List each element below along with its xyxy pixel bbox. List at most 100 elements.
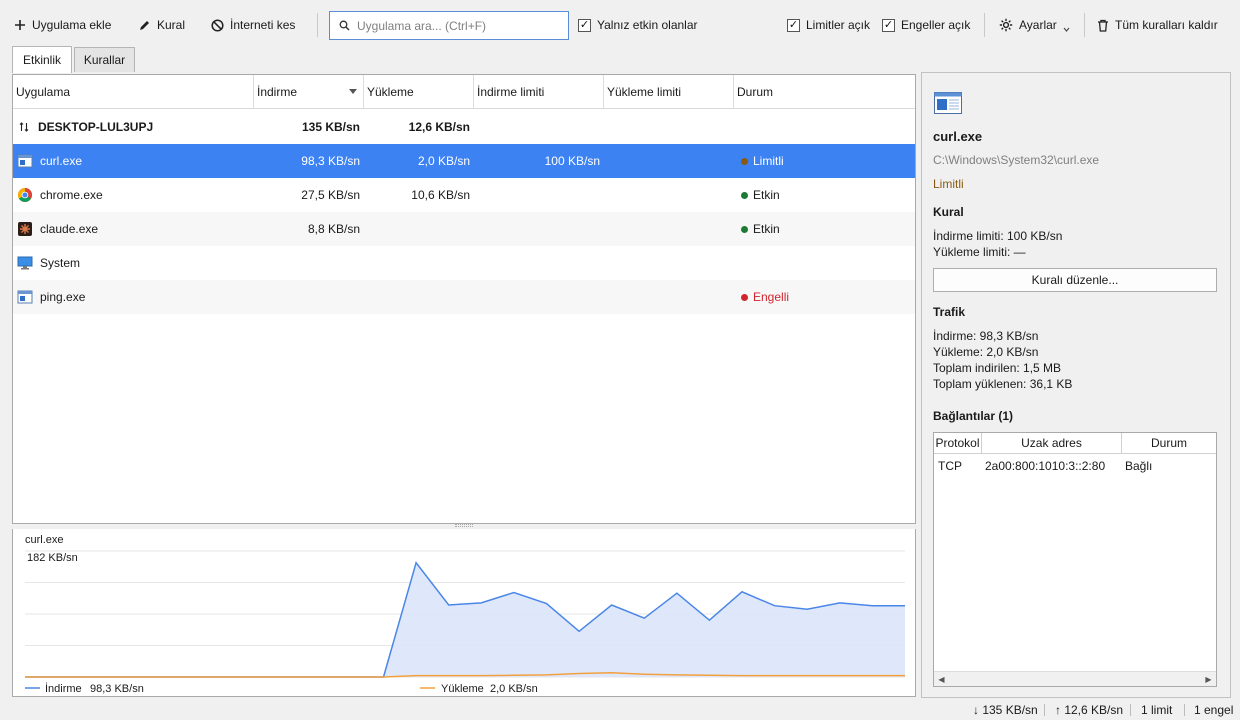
- row-download: 98,3 KB/sn: [301, 154, 360, 168]
- row-app-name: ping.exe: [40, 290, 86, 304]
- blocks-on-label: Engeller açık: [901, 18, 971, 32]
- column-label: Uygulama: [16, 85, 71, 99]
- chevron-down-icon: [1063, 27, 1070, 32]
- row-status-label: Engelli: [753, 290, 790, 304]
- search-input[interactable]: [357, 18, 557, 33]
- column-label: Durum: [1150, 436, 1187, 450]
- table-row[interactable]: curl.exe 98,3 KB/sn 2,0 KB/sn 100 KB/sn …: [13, 144, 915, 178]
- limits-on-checkbox[interactable]: ✓ Limitler açık: [787, 14, 870, 36]
- column-header-status[interactable]: Durum: [734, 75, 915, 109]
- cut-internet-button[interactable]: İnterneti kes: [211, 14, 295, 36]
- status-total-upload: ↑ 12,6 KB/sn: [1055, 703, 1124, 717]
- pencil-icon: [140, 20, 149, 30]
- connection-row[interactable]: TCP 2a00:800:1010:3::2:80 Bağlı: [934, 457, 1216, 475]
- settings-button[interactable]: Ayarlar: [999, 14, 1070, 36]
- search-box[interactable]: [329, 11, 569, 40]
- column-header-download[interactable]: İndirme: [254, 75, 364, 109]
- blocks-on-checkbox[interactable]: ✓ Engeller açık: [882, 14, 970, 36]
- status-dot-icon: [741, 191, 748, 199]
- row-upload: 2,0 KB/sn: [417, 154, 470, 168]
- legend-download-name: İndirme: [45, 682, 82, 695]
- column-label: Uzak adres: [1021, 436, 1082, 450]
- status-block-count: 1 engel: [1194, 703, 1234, 717]
- scroll-left-icon[interactable]: ◀: [934, 672, 949, 686]
- table-row[interactable]: ping.exe Engelli: [13, 280, 915, 314]
- column-header-upload[interactable]: Yükleme: [364, 75, 474, 109]
- status-divider: [1184, 704, 1185, 716]
- remove-all-rules-label: Tüm kuralları kaldır: [1115, 18, 1218, 32]
- connections-table: Protokol Uzak adres Durum TCP 2a00:800:1…: [933, 432, 1217, 687]
- status-dot-icon: [741, 293, 748, 301]
- scroll-right-icon[interactable]: ▶: [1201, 672, 1216, 686]
- chrome-icon: [18, 188, 32, 202]
- column-label: Protokol: [935, 436, 980, 450]
- check-icon: ✓: [787, 18, 800, 32]
- cut-internet-label: İnterneti kes: [230, 18, 296, 32]
- row-status: Etkin: [741, 212, 780, 246]
- row-status-label: Limitli: [753, 154, 784, 168]
- table-row[interactable]: chrome.exe 27,5 KB/sn 10,6 KB/sn Etkin: [13, 178, 915, 212]
- claude-icon: [18, 222, 32, 236]
- detail-upload-limit: Yükleme limiti: —: [933, 245, 1026, 259]
- console-app-icon: [17, 290, 33, 304]
- chart-ymax-label: 182 KB/sn: [27, 552, 78, 564]
- app-table: Uygulama İndirme Yükleme İndirme limiti …: [12, 74, 916, 524]
- status-dot-icon: [741, 225, 748, 233]
- console-app-icon: [934, 92, 962, 114]
- column-header-upload-limit[interactable]: Yükleme limiti: [604, 75, 734, 109]
- splitter-handle[interactable]: [455, 524, 473, 527]
- traffic-total-download: Toplam indirilen: 1,5 MB: [933, 361, 1062, 375]
- only-active-label: Yalnız etkin olanlar: [597, 18, 698, 32]
- toolbar-divider: [984, 13, 985, 37]
- row-download-limit: 100 KB/sn: [544, 154, 600, 168]
- table-row-total[interactable]: DESKTOP-LUL3UPJ 135 KB/sn 12,6 KB/sn: [13, 110, 915, 144]
- table-header: Uygulama İndirme Yükleme İndirme limiti …: [13, 75, 915, 109]
- add-app-button[interactable]: Uygulama ekle: [14, 14, 111, 36]
- row-app-name: System: [40, 256, 81, 270]
- detail-panel: curl.exe C:\Windows\System32\curl.exe Li…: [921, 72, 1231, 698]
- row-status: Etkin: [741, 178, 780, 212]
- add-app-label: Uygulama ekle: [32, 18, 112, 32]
- legend-upload-value: 2,0 KB/sn: [490, 683, 538, 695]
- block-icon: [211, 18, 224, 32]
- legend-upload-name: Yükleme: [441, 683, 484, 695]
- table-row[interactable]: System: [13, 246, 915, 280]
- column-header-app[interactable]: Uygulama: [13, 75, 254, 109]
- detail-app-name: curl.exe: [933, 129, 983, 144]
- column-header-remote-address[interactable]: Uzak adres: [982, 433, 1122, 454]
- column-label: Durum: [737, 85, 774, 99]
- column-header-connection-status[interactable]: Durum: [1122, 433, 1216, 454]
- tab-activity[interactable]: Etkinlik: [12, 46, 72, 73]
- gear-icon: [999, 18, 1013, 32]
- table-row[interactable]: claude.exe 8,8 KB/sn Etkin: [13, 212, 915, 246]
- rule-button[interactable]: Kural: [138, 14, 185, 36]
- row-upload: 10,6 KB/sn: [411, 188, 470, 202]
- download-area: [25, 562, 905, 677]
- only-active-checkbox[interactable]: ✓ Yalnız etkin olanlar: [578, 14, 698, 36]
- edit-rule-button[interactable]: Kuralı düzenle...: [933, 268, 1217, 292]
- plus-icon: [15, 20, 25, 30]
- legend-download-value: 98,3 KB/sn: [90, 683, 144, 695]
- column-header-protocol[interactable]: Protokol: [934, 433, 982, 454]
- row-status: Engelli: [741, 280, 789, 314]
- remove-all-rules-button[interactable]: Tüm kuralları kaldır: [1097, 14, 1218, 36]
- row-download: 135 KB/sn: [301, 120, 360, 134]
- traffic-graph-panel: curl.exe 182 KB/sn İndirme 98,3 KB/sn Yü…: [12, 529, 916, 697]
- row-app-name: DESKTOP-LUL3UPJ: [38, 120, 154, 134]
- row-app-name: curl.exe: [40, 154, 83, 168]
- horizontal-scrollbar[interactable]: ◀ ▶: [934, 671, 1216, 686]
- tab-rules-label: Kurallar: [83, 53, 126, 67]
- status-dot-icon: [741, 157, 748, 165]
- column-label: İndirme: [257, 85, 298, 99]
- tab-rules[interactable]: Kurallar: [74, 47, 135, 72]
- sort-desc-icon: [349, 89, 357, 94]
- edit-rule-label: Kuralı düzenle...: [1031, 273, 1119, 287]
- traffic-heading: Trafik: [933, 305, 966, 319]
- search-icon: [339, 20, 350, 31]
- rule-label: Kural: [157, 18, 186, 32]
- chart-series-group: [25, 561, 905, 678]
- column-header-download-limit[interactable]: İndirme limiti: [474, 75, 604, 109]
- row-app-name: chrome.exe: [40, 188, 103, 202]
- column-label: Yükleme limiti: [607, 85, 682, 99]
- row-status-label: Etkin: [753, 188, 780, 202]
